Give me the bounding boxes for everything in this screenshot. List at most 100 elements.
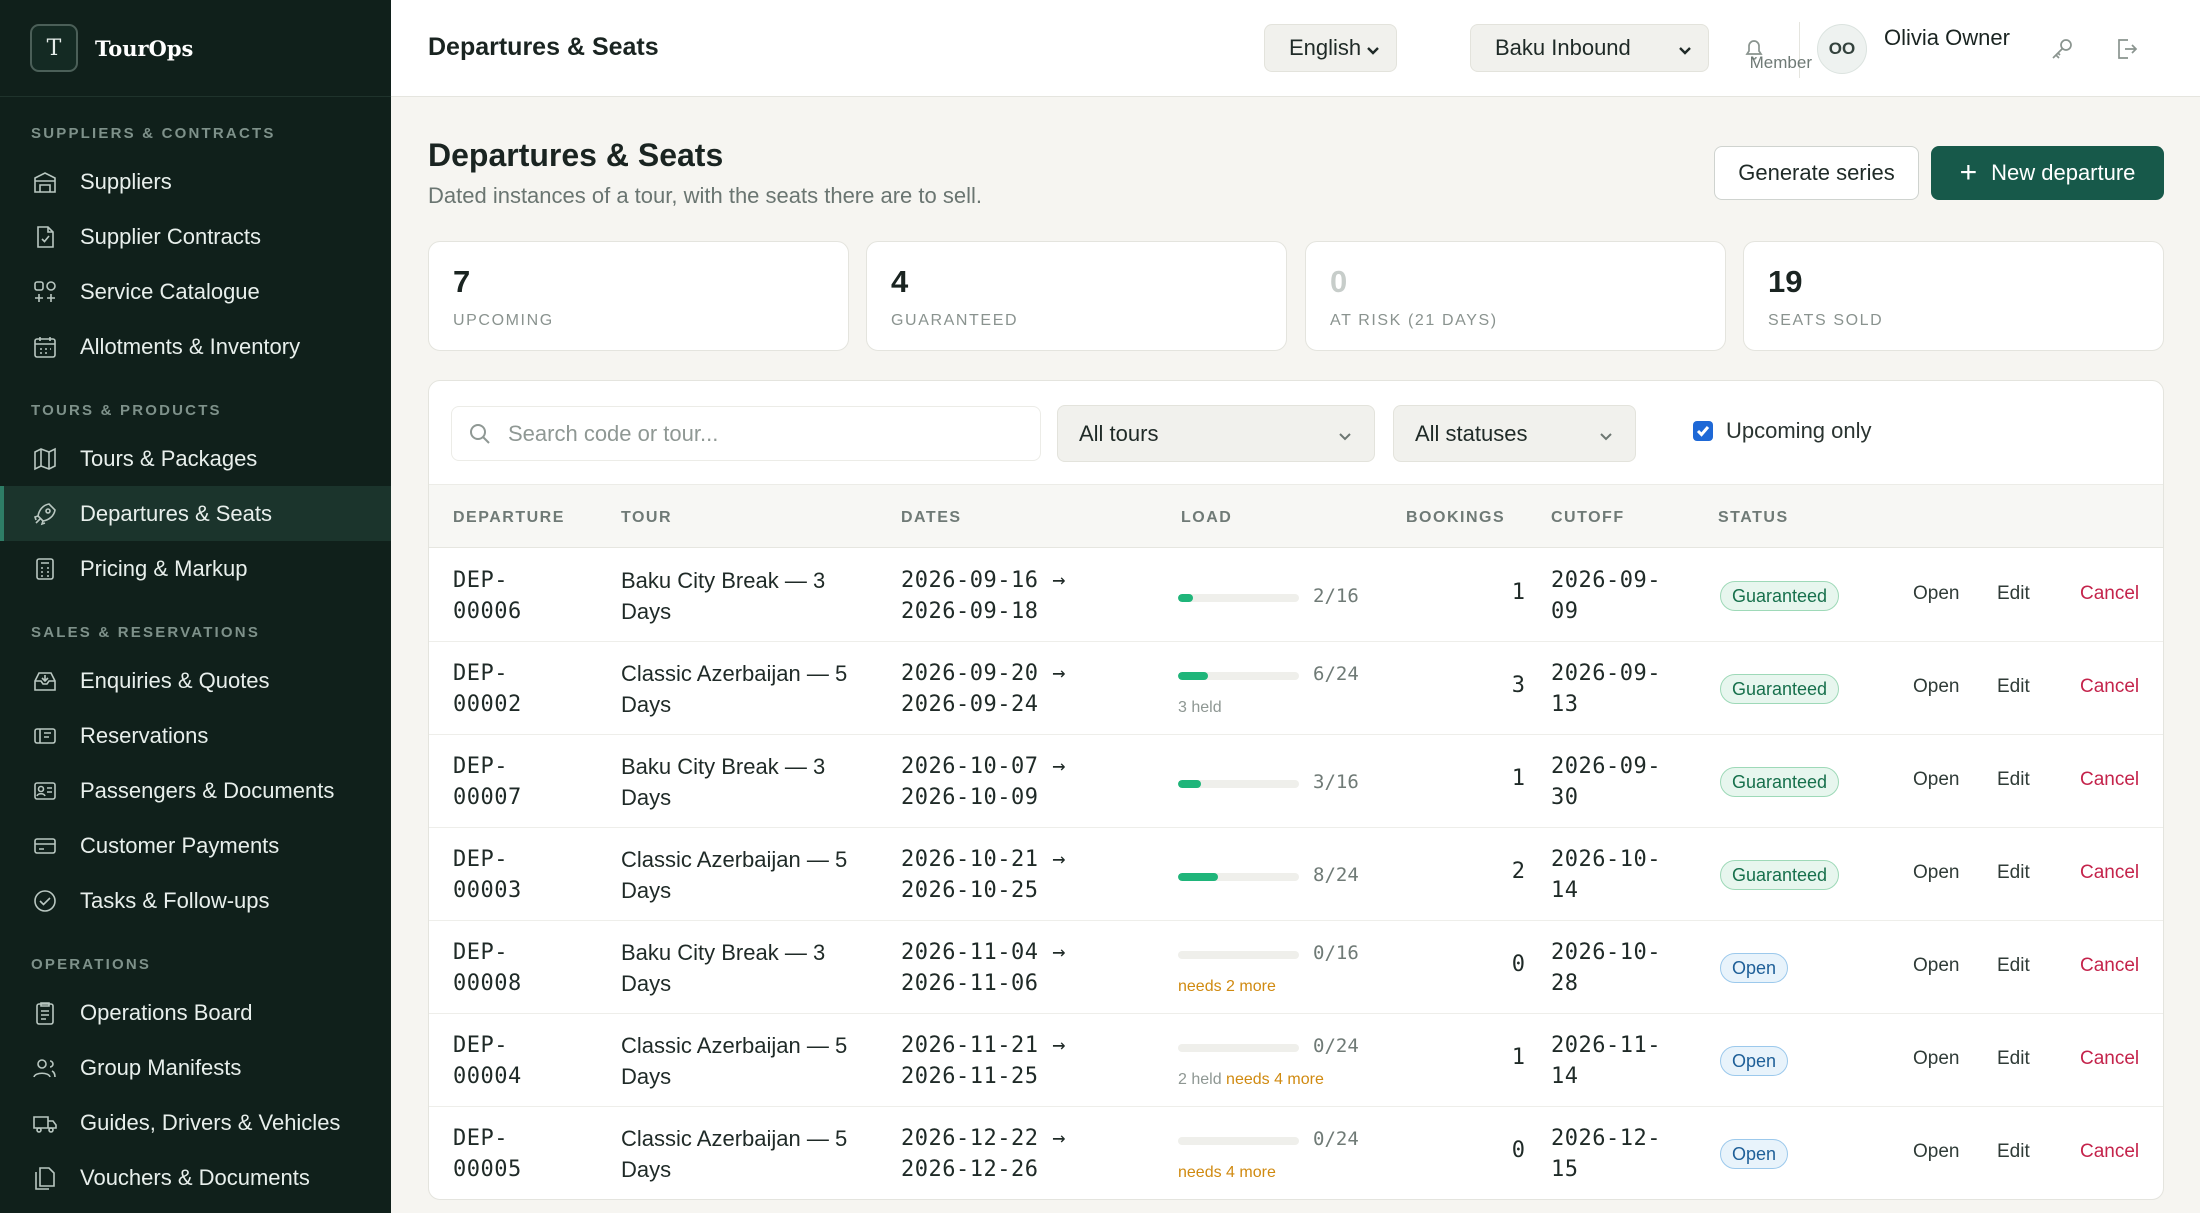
cancel-link[interactable]: Cancel [2080,862,2139,884]
logout-icon[interactable] [2110,33,2142,65]
departure-code[interactable]: DEP- 00008 [453,937,522,999]
sidebar-item-supplier-contracts[interactable]: Supplier Contracts [0,209,391,264]
departure-code[interactable]: DEP- 00002 [453,658,522,720]
load-bar [1178,873,1299,881]
cancel-link[interactable]: Cancel [2080,676,2139,698]
open-link[interactable]: Open [1913,1141,1959,1163]
key-icon[interactable] [2046,33,2078,65]
cancel-link[interactable]: Cancel [2080,583,2139,605]
sidebar-item-label: Enquiries & Quotes [80,667,270,693]
departures-table-card: All tours All statuses Upcoming only DEP… [428,380,2164,1200]
th-status[interactable]: STATUS [1718,509,1789,527]
sidebar-item-label: Suppliers [80,168,172,194]
th-cutoff[interactable]: CUTOFF [1551,509,1625,527]
open-link[interactable]: Open [1913,769,1959,791]
sidebar-item-pricing-and-markup[interactable]: Pricing & Markup [0,541,391,596]
search-box[interactable] [451,406,1041,461]
tour-filter-select[interactable]: All tours [1057,405,1375,462]
sidebar-item-tours-and-packages[interactable]: Tours & Packages [0,431,391,486]
table-row[interactable]: DEP- 00003 Classic Azerbaijan — 5 Days 2… [429,828,2163,921]
load-value: 2/16 [1313,585,1359,607]
search-input[interactable] [508,420,1028,447]
th-load[interactable]: LOAD [1181,509,1232,527]
cancel-link[interactable]: Cancel [2080,769,2139,791]
sidebar-item-label: Tasks & Follow-ups [80,887,270,913]
sidebar-item-group-manifests[interactable]: Group Manifests [0,1040,391,1095]
check-circle-icon [31,887,59,915]
edit-link[interactable]: Edit [1997,583,2030,605]
avatar[interactable]: OO [1817,24,1867,74]
edit-link[interactable]: Edit [1997,769,2030,791]
departure-code-number: 00008 [453,971,522,996]
brand[interactable]: T TourOps [0,0,391,97]
generate-series-button[interactable]: Generate series [1714,146,1919,200]
upcoming-only-label[interactable]: Upcoming only [1726,418,1872,444]
departure-code[interactable]: DEP- 00005 [453,1123,522,1185]
sidebar-item-guides-drivers-and-vehicles[interactable]: Guides, Drivers & Vehicles [0,1095,391,1150]
load-bar [1178,1137,1299,1145]
th-dates[interactable]: DATES [901,509,962,527]
open-link[interactable]: Open [1913,583,1959,605]
edit-link[interactable]: Edit [1997,955,2030,977]
cancel-link[interactable]: Cancel [2080,1048,2139,1070]
cutoff-date: 2026-10- 28 [1551,937,1661,999]
nav-section-title: SALES & RESERVATIONS [31,624,261,641]
table-row[interactable]: DEP- 00007 Baku City Break — 3 Days 2026… [429,735,2163,828]
open-link[interactable]: Open [1913,676,1959,698]
table-row[interactable]: DEP- 00008 Baku City Break — 3 Days 2026… [429,921,2163,1014]
th-bookings[interactable]: BOOKINGS [1406,509,1505,527]
sidebar-item-label: Tours & Packages [80,445,258,471]
new-departure-label: New departure [1991,160,2136,185]
status-filter-select[interactable]: All statuses [1393,405,1636,462]
departure-code[interactable]: DEP- 00003 [453,844,522,906]
sidebar-item-vouchers-and-documents[interactable]: Vouchers & Documents [0,1150,391,1205]
table-row[interactable]: DEP- 00005 Classic Azerbaijan — 5 Days 2… [429,1107,2163,1199]
edit-link[interactable]: Edit [1997,1048,2030,1070]
status-badge: Guaranteed [1720,581,1840,611]
stat-at-risk: 0 AT RISK (21 DAYS) [1305,241,1726,351]
sidebar-item-passengers-and-documents[interactable]: Passengers & Documents [0,763,391,818]
sidebar-item-operations-board[interactable]: Operations Board [0,985,391,1040]
departure-code[interactable]: DEP- 00007 [453,751,522,813]
date-to: 2026-10-25 [901,878,1039,903]
date-from: 2026-10-21 → [901,847,1066,872]
new-departure-button[interactable]: + New departure [1931,146,2164,200]
cutoff-part-1: 2026-10- [1551,940,1661,965]
stat-value: 19 [1768,264,1803,299]
table-row[interactable]: DEP- 00004 Classic Azerbaijan — 5 Days 2… [429,1014,2163,1107]
nav-section-title: OPERATIONS [31,956,152,973]
sidebar-item-departures-and-seats[interactable]: Departures & Seats [0,486,391,541]
sidebar-item-enquiries-and-quotes[interactable]: Enquiries & Quotes [0,653,391,708]
sidebar-item-reservations[interactable]: Reservations [0,708,391,763]
sidebar-item-suppliers[interactable]: Suppliers [0,154,391,209]
edit-link[interactable]: Edit [1997,676,2030,698]
edit-link[interactable]: Edit [1997,862,2030,884]
open-link[interactable]: Open [1913,862,1959,884]
sidebar-item-label: Passengers & Documents [80,777,335,803]
table-row[interactable]: DEP- 00006 Baku City Break — 3 Days 2026… [429,549,2163,642]
departure-code-prefix: DEP- [453,568,508,593]
upcoming-only-checkbox[interactable] [1693,421,1713,441]
sidebar-item-allotments-and-inventory[interactable]: Allotments & Inventory [0,319,391,374]
edit-link[interactable]: Edit [1997,1141,2030,1163]
sidebar-item-customer-payments[interactable]: Customer Payments [0,818,391,873]
open-link[interactable]: Open [1913,955,1959,977]
language-select[interactable]: English [1264,24,1397,72]
sidebar-item-tasks-and-follow-ups[interactable]: Tasks & Follow-ups [0,873,391,928]
needs-more: needs 4 more [1178,1164,1276,1181]
open-link[interactable]: Open [1913,1048,1959,1070]
ticket-icon [31,722,59,750]
workspace-select[interactable]: Baku Inbound [1470,24,1709,72]
departure-code[interactable]: DEP- 00006 [453,565,522,627]
sidebar-item-label: Guides, Drivers & Vehicles [80,1109,341,1135]
cancel-link[interactable]: Cancel [2080,955,2139,977]
departure-code[interactable]: DEP- 00004 [453,1030,522,1092]
chevron-down-icon [1336,425,1354,451]
th-departure[interactable]: DEPARTURE [453,509,565,527]
sidebar-item-service-catalogue[interactable]: Service Catalogue [0,264,391,319]
th-tour[interactable]: TOUR [621,509,672,527]
cutoff-part-2: 28 [1551,971,1579,996]
table-row[interactable]: DEP- 00002 Classic Azerbaijan — 5 Days 2… [429,642,2163,735]
sidebar-item-label: Group Manifests [80,1054,242,1080]
cancel-link[interactable]: Cancel [2080,1141,2139,1163]
